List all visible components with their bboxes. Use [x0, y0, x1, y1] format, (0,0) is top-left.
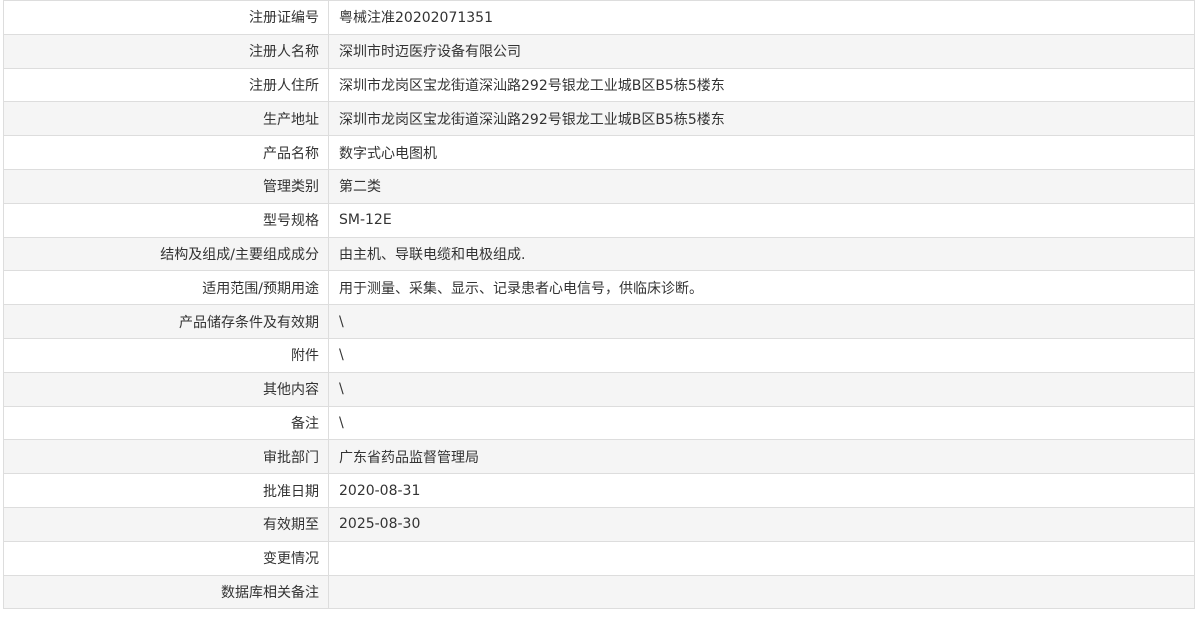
- field-value: 2025-08-30: [328, 506, 1195, 542]
- field-label: 产品储存条件及有效期: [3, 304, 329, 339]
- table-row: 生产地址 深圳市龙岗区宝龙街道深汕路292号银龙工业城B区B5栋5楼东: [3, 101, 1195, 137]
- field-value: [328, 540, 1195, 576]
- field-label: 变更情况: [3, 540, 329, 576]
- field-value: \: [328, 405, 1195, 441]
- table-row: 结构及组成/主要组成成分 由主机、导联电缆和电极组成.: [3, 236, 1195, 272]
- field-value: 深圳市龙岗区宝龙街道深汕路292号银龙工业城B区B5栋5楼东: [328, 101, 1195, 137]
- field-label: 注册证编号: [3, 0, 329, 35]
- field-label: 附件: [3, 337, 329, 373]
- field-value: 2020-08-31: [328, 473, 1195, 508]
- table-row: 管理类别 第二类: [3, 168, 1195, 204]
- field-label: 备注: [3, 405, 329, 441]
- table-row: 注册人名称 深圳市时迈医疗设备有限公司: [3, 33, 1195, 69]
- field-label: 审批部门: [3, 439, 329, 475]
- table-row: 产品储存条件及有效期 \: [3, 304, 1195, 339]
- field-value: SM-12E: [328, 202, 1195, 238]
- table-row: 审批部门 广东省药品监督管理局: [3, 439, 1195, 475]
- registration-detail-table: 注册证编号 粤械注准20202071351 注册人名称 深圳市时迈医疗设备有限公…: [3, 0, 1195, 610]
- field-value: 由主机、导联电缆和电极组成.: [328, 236, 1195, 272]
- field-value: \: [328, 371, 1195, 407]
- field-value: 数字式心电图机: [328, 135, 1195, 170]
- field-label: 型号规格: [3, 202, 329, 238]
- field-value: 广东省药品监督管理局: [328, 439, 1195, 475]
- field-label: 其他内容: [3, 371, 329, 407]
- table-row: 产品名称 数字式心电图机: [3, 135, 1195, 170]
- table-row: 批准日期 2020-08-31: [3, 473, 1195, 508]
- field-value: 深圳市时迈医疗设备有限公司: [328, 33, 1195, 69]
- field-label: 注册人住所: [3, 67, 329, 103]
- table-row: 其他内容 \: [3, 371, 1195, 407]
- field-value: 粤械注准20202071351: [328, 0, 1195, 35]
- table-row: 适用范围/预期用途 用于测量、采集、显示、记录患者心电信号，供临床诊断。: [3, 270, 1195, 306]
- table-row: 型号规格 SM-12E: [3, 202, 1195, 238]
- table-row: 备注 \: [3, 405, 1195, 441]
- field-label: 数据库相关备注: [3, 574, 329, 610]
- field-value: \: [328, 304, 1195, 339]
- field-label: 产品名称: [3, 135, 329, 170]
- table-row: 有效期至 2025-08-30: [3, 506, 1195, 542]
- field-value: 深圳市龙岗区宝龙街道深汕路292号银龙工业城B区B5栋5楼东: [328, 67, 1195, 103]
- field-label: 适用范围/预期用途: [3, 270, 329, 306]
- table-row: 注册人住所 深圳市龙岗区宝龙街道深汕路292号银龙工业城B区B5栋5楼东: [3, 67, 1195, 103]
- field-label: 注册人名称: [3, 33, 329, 69]
- field-label: 有效期至: [3, 506, 329, 542]
- field-label: 生产地址: [3, 101, 329, 137]
- table-row: 数据库相关备注: [3, 574, 1195, 610]
- field-label: 管理类别: [3, 168, 329, 204]
- field-value: \: [328, 337, 1195, 373]
- field-value: 第二类: [328, 168, 1195, 204]
- table-row: 附件 \: [3, 337, 1195, 373]
- field-value: [328, 574, 1195, 610]
- field-label: 批准日期: [3, 473, 329, 508]
- table-row: 注册证编号 粤械注准20202071351: [3, 0, 1195, 35]
- table-row: 变更情况: [3, 540, 1195, 576]
- field-value: 用于测量、采集、显示、记录患者心电信号，供临床诊断。: [328, 270, 1195, 306]
- field-label: 结构及组成/主要组成成分: [3, 236, 329, 272]
